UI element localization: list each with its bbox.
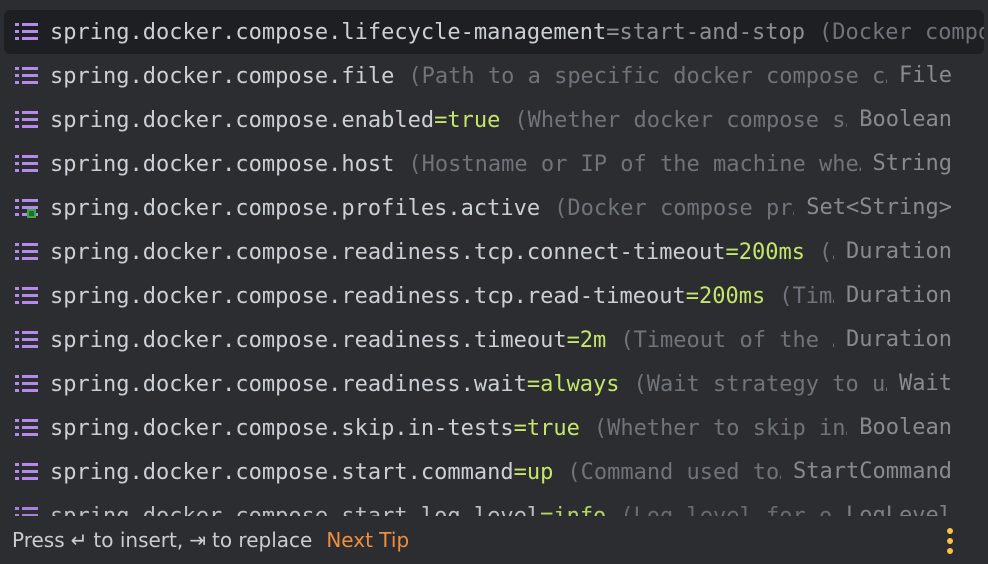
list-item[interactable]: spring.docker.compose.readiness.tcp.read… [0, 274, 988, 318]
property-name: spring.docker.compose.readiness.tcp.read… [50, 283, 686, 309]
property-icon [14, 153, 40, 175]
property-default: =true [513, 415, 580, 441]
list-item[interactable]: spring.docker.compose.skip.in-tests =tru… [0, 406, 988, 450]
property-icon [14, 373, 40, 395]
property-description: (Whether to skip in… [593, 415, 859, 441]
list-item[interactable]: spring.docker.compose.readiness.timeout … [0, 318, 988, 362]
property-icon [14, 21, 40, 43]
property-description: (Path to a specific docker compose c… [408, 63, 899, 89]
property-default: =always [526, 371, 620, 397]
property-icon [14, 65, 40, 87]
property-icon [14, 417, 40, 439]
completion-footer: Press ↵ to insert, ⇥ to replace Next Tip [0, 516, 988, 564]
property-icon [14, 461, 40, 483]
property-active-icon [14, 197, 40, 219]
list-item[interactable]: spring.docker.compose.profiles.active (D… [0, 186, 988, 230]
property-default: =true [434, 107, 501, 133]
completion-popup: spring.docker.compose.lifecycle-manageme… [0, 0, 988, 564]
property-default: =up [513, 459, 554, 485]
property-type: File [887, 54, 952, 98]
property-type: Boolean [847, 406, 952, 450]
property-name: spring.docker.compose.start.command [50, 459, 514, 485]
property-name: spring.docker.compose.skip.in-tests [50, 415, 514, 441]
property-description: (Docker compos [818, 19, 984, 45]
property-name: spring.docker.compose.readiness.wait [50, 371, 527, 397]
list-item[interactable]: spring.docker.compose.readiness.wait =al… [0, 362, 988, 406]
property-icon [14, 505, 40, 516]
property-name: spring.docker.compose.start.log-level [50, 503, 541, 517]
list-item[interactable]: spring.docker.compose.lifecycle-manageme… [4, 10, 984, 54]
property-name: spring.docker.compose.enabled [50, 107, 435, 133]
footer-replace-label: to replace [212, 528, 313, 552]
enter-key-icon: ↵ [70, 528, 88, 552]
tab-key-icon: ⇥ [189, 528, 206, 552]
property-description: (Hostname or IP of the machine whe… [408, 151, 872, 177]
list-item[interactable]: spring.docker.compose.start.log-level =i… [0, 494, 988, 516]
list-item[interactable]: spring.docker.compose.host (Hostname or … [0, 142, 988, 186]
property-description: (Timeout of the … [620, 327, 846, 353]
property-default: =200ms [725, 239, 805, 265]
next-tip-link[interactable]: Next Tip [326, 528, 409, 552]
property-name: spring.docker.compose.readiness.timeout [50, 327, 567, 353]
property-name: spring.docker.compose.lifecycle-manageme… [50, 19, 607, 45]
property-icon [14, 241, 40, 263]
property-default: =200ms [685, 283, 766, 309]
list-item[interactable]: spring.docker.compose.start.command =up … [0, 450, 988, 494]
list-item[interactable]: spring.docker.compose.enabled =true (Whe… [0, 98, 988, 142]
property-icon [14, 109, 40, 131]
list-item[interactable]: spring.docker.compose.readiness.tcp.conn… [0, 230, 988, 274]
property-type: Boolean [847, 98, 952, 142]
property-type: LogLevel [834, 494, 952, 516]
property-description: (Whether docker compose s… [514, 107, 859, 133]
property-description: (Wait strategy to u… [633, 371, 899, 397]
property-type: Set<String> [794, 186, 952, 230]
property-name: spring.docker.compose.readiness.tcp.conn… [50, 239, 726, 265]
footer-insert-label: to insert, [93, 528, 184, 552]
property-name: spring.docker.compose.file [50, 63, 395, 89]
property-default: =start-and-stop [606, 19, 805, 45]
property-type: String [860, 142, 952, 186]
property-type: Wait [887, 362, 952, 406]
property-description: (Docker compose pr… [554, 195, 806, 221]
property-default: =info [540, 503, 607, 517]
property-type: Duration [834, 230, 952, 274]
property-description: (Command used to… [567, 459, 793, 485]
property-type: Duration [834, 274, 952, 318]
property-default: =2m [566, 327, 607, 353]
property-icon [14, 329, 40, 351]
footer-press-label: Press [12, 528, 65, 552]
property-type: Duration [834, 318, 952, 362]
property-icon [14, 285, 40, 307]
property-type: StartCommand [781, 450, 952, 494]
property-name: spring.docker.compose.profiles.active [50, 195, 541, 221]
more-options-icon[interactable] [946, 528, 954, 554]
list-item[interactable]: spring.docker.compose.file (Path to a sp… [0, 54, 988, 98]
property-name: spring.docker.compose.host [50, 151, 395, 177]
completion-list: spring.docker.compose.lifecycle-manageme… [0, 10, 988, 516]
property-description: (Log level for o… [620, 503, 846, 517]
